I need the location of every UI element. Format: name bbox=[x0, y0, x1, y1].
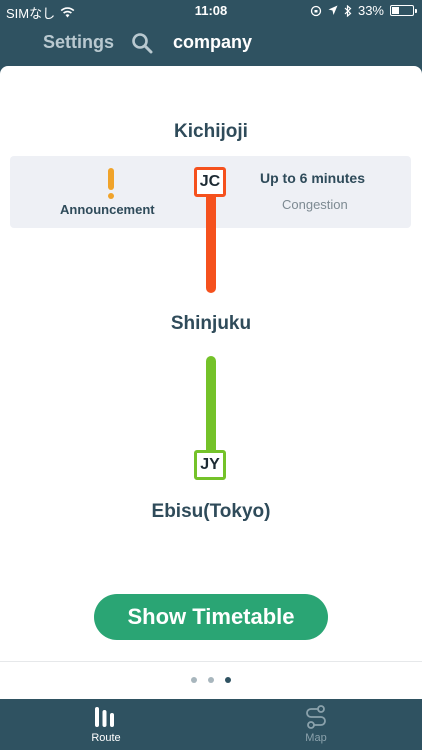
page-title: company bbox=[173, 32, 253, 52]
congestion-label: Congestion bbox=[282, 197, 348, 212]
nav-bar: Settings company bbox=[0, 22, 422, 64]
bluetooth-icon bbox=[344, 4, 352, 17]
tab-map[interactable]: Map bbox=[286, 705, 346, 744]
station-name: Ebisu(Tokyo) bbox=[151, 501, 271, 522]
settings-button[interactable]: Settings bbox=[43, 32, 114, 53]
tab-bar: Route Map bbox=[0, 699, 422, 750]
battery-icon bbox=[390, 5, 417, 16]
page-dot[interactable] bbox=[225, 677, 231, 683]
map-icon bbox=[306, 705, 326, 729]
divider bbox=[0, 661, 422, 662]
route-line-segment bbox=[206, 356, 216, 456]
page-dot[interactable] bbox=[191, 677, 197, 683]
tab-label: Map bbox=[305, 732, 327, 744]
route-line-segment bbox=[206, 186, 216, 293]
station-name: Shinjuku bbox=[170, 313, 252, 334]
tab-label: Route bbox=[91, 732, 121, 744]
search-icon[interactable] bbox=[131, 32, 153, 54]
announcement-label: Announcement bbox=[60, 202, 155, 217]
page-indicator[interactable] bbox=[0, 677, 422, 683]
page-dot[interactable] bbox=[208, 677, 214, 683]
status-bar: SIMなし 11:08 33% bbox=[0, 0, 422, 22]
battery-percent: 33% bbox=[357, 3, 384, 18]
line-code-badge: JY bbox=[194, 450, 226, 480]
show-timetable-button[interactable]: Show Timetable bbox=[94, 594, 328, 640]
station-name: Kichijoji bbox=[174, 121, 248, 142]
tab-route[interactable]: Route bbox=[76, 705, 136, 744]
route-icon bbox=[95, 707, 114, 727]
delay-text: Up to 6 minutes bbox=[260, 170, 366, 186]
orientation-lock-icon bbox=[310, 5, 322, 16]
line-code-badge: JC bbox=[194, 167, 226, 197]
exclamation-icon bbox=[107, 168, 115, 200]
location-arrow-icon bbox=[328, 5, 338, 15]
route-card: Kichijoji Announcement Up to 6 minutes C… bbox=[0, 66, 422, 699]
